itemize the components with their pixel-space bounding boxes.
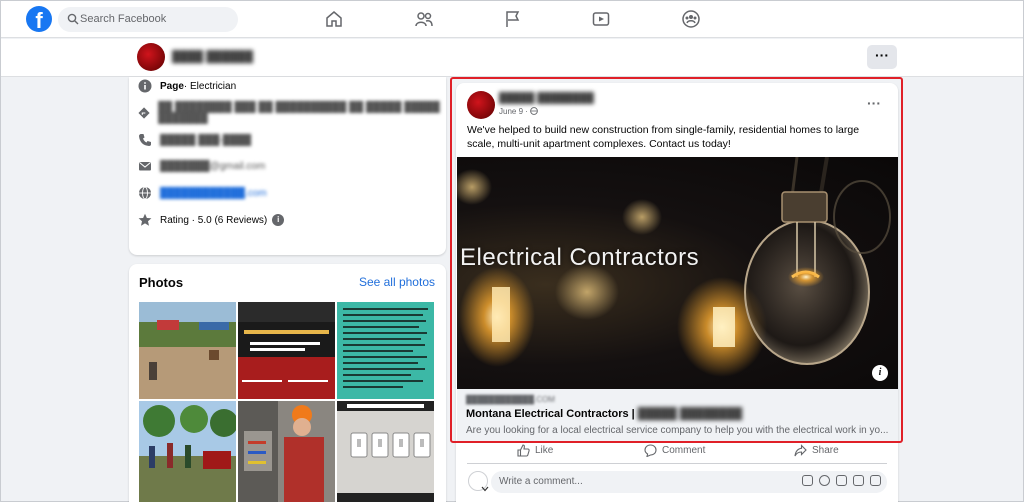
avatar-sticker-icon[interactable] — [802, 475, 813, 486]
emoji-icon[interactable] — [819, 475, 830, 486]
photo-thumbnail[interactable] — [139, 302, 236, 399]
page-header: ████ ██████ ··· — [1, 39, 1023, 77]
top-navigation-bar: f Search Facebook — [1, 1, 1023, 38]
photo-thumbnail[interactable] — [139, 401, 236, 502]
comment-composer: Write a comment... — [467, 471, 887, 493]
divider — [467, 463, 887, 464]
page-more-button[interactable]: ··· — [867, 45, 897, 69]
thumbs-up-icon — [517, 444, 530, 457]
comment-input[interactable]: Write a comment... — [491, 471, 887, 493]
globe-icon — [139, 186, 151, 200]
photo-thumbnail[interactable] — [238, 401, 335, 502]
like-button[interactable]: Like — [517, 444, 553, 457]
page-avatar[interactable] — [137, 43, 165, 71]
website-link-blurred[interactable]: ████████████.com — [160, 188, 267, 199]
directions-icon — [138, 107, 150, 119]
search-icon — [67, 13, 79, 25]
address-blurred: ██ ████████ ███ ██ ██████████ ██ █████ █… — [158, 102, 440, 124]
comment-label: Comment — [662, 445, 706, 456]
comment-bubble-icon — [644, 444, 657, 457]
share-label: Share — [812, 445, 839, 456]
phone-icon — [139, 134, 151, 146]
share-arrow-icon — [794, 444, 807, 457]
comment-tools — [802, 475, 881, 486]
rating-text: Rating · 5.0 (6 Reviews) — [160, 214, 268, 226]
email-icon — [139, 162, 151, 171]
rating-row: Rating · 5.0 (6 Reviews) i — [138, 210, 285, 230]
category-label: Page — [160, 80, 184, 92]
comment-button[interactable]: Comment — [644, 444, 705, 457]
phone-row: █████ ███-████ — [138, 130, 251, 150]
see-all-photos-link[interactable]: See all photos — [359, 275, 435, 289]
photos-card: Photos See all photos — [129, 264, 446, 502]
category-value: · Electrician — [183, 80, 237, 92]
groups-icon[interactable] — [681, 9, 701, 29]
info-icon — [138, 79, 152, 93]
friends-icon[interactable] — [414, 9, 434, 29]
rating-info-icon[interactable]: i — [272, 214, 285, 226]
photo-thumbnail[interactable] — [337, 302, 434, 399]
post-action-bar: Like Comment Share — [456, 441, 898, 463]
email-blurred: ███████@gmail.com — [160, 160, 266, 172]
share-button[interactable]: Share — [794, 444, 839, 457]
comment-placeholder: Write a comment... — [499, 476, 583, 487]
home-icon[interactable] — [324, 9, 344, 29]
highlight-box — [450, 77, 903, 443]
photos-title: Photos — [139, 275, 184, 290]
search-input[interactable]: Search Facebook — [80, 13, 166, 25]
page-category-row: Page · Electrician — [138, 76, 236, 96]
page-name-blurred: ████ ██████ — [172, 51, 253, 63]
facebook-logo[interactable]: f — [26, 6, 52, 32]
photo-thumbnail[interactable] — [337, 401, 434, 502]
pages-flag-icon[interactable] — [503, 9, 523, 29]
search-box[interactable]: Search Facebook — [58, 7, 238, 32]
watch-video-icon[interactable] — [591, 9, 611, 29]
like-label: Like — [535, 445, 554, 456]
intro-card: Page · Electrician ██ ████████ ███ ██ ██… — [129, 77, 446, 255]
gif-icon[interactable] — [853, 475, 864, 486]
photo-thumbnail[interactable] — [238, 302, 335, 399]
chevron-down-icon[interactable] — [481, 486, 489, 492]
phone-blurred: █████ ███-████ — [160, 134, 252, 146]
address-row: ██ ████████ ███ ██ ██████████ ██ █████ █… — [138, 102, 446, 124]
star-icon — [138, 213, 152, 226]
email-row: ███████@gmail.com — [138, 156, 265, 176]
camera-icon[interactable] — [836, 475, 847, 486]
website-row: ████████████.com — [138, 183, 267, 203]
sticker-icon[interactable] — [870, 475, 881, 486]
